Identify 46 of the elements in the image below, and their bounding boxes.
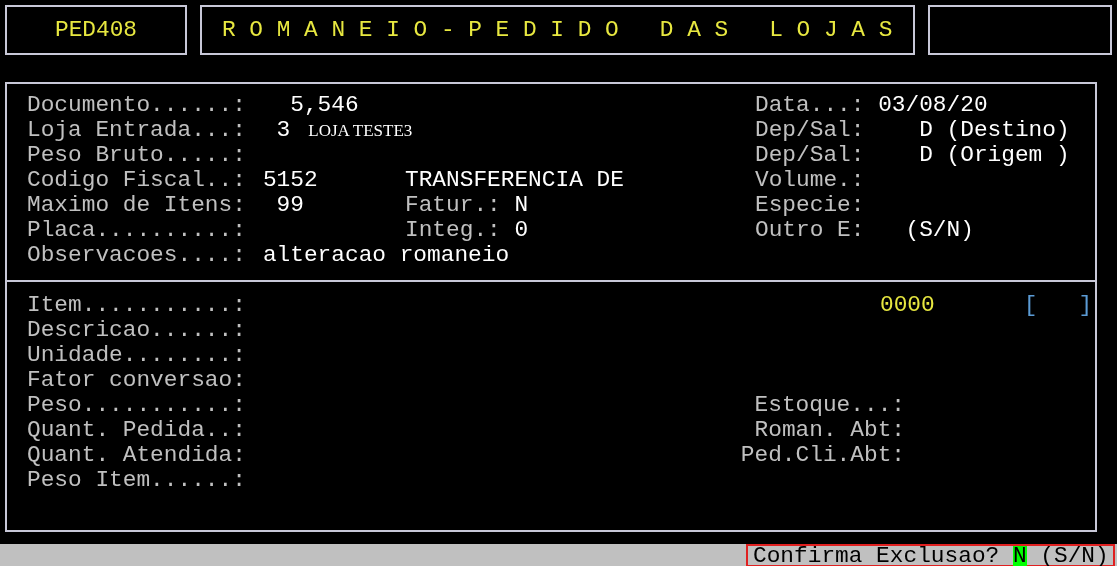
field-label: Item...........: [27, 293, 246, 318]
field-value: alteracao romaneio [262, 243, 510, 268]
field-label: Descricao......: [27, 318, 246, 343]
field-label: Codigo Fiscal..: [27, 168, 246, 193]
field-label: Placa..........: [27, 218, 246, 243]
field-value: 3 [275, 118, 291, 143]
field-value: 5,546 [289, 93, 359, 118]
field-label: Maximo de Itens: [27, 193, 246, 218]
screen-title: R O M A N E I O - P E D I D O D A S L O J A S [222, 17, 893, 43]
field-label: Peso Bruto.....: [27, 143, 246, 168]
field-label: Volume.: [755, 168, 865, 193]
field-value: 03/08/20 [878, 93, 988, 118]
item-selector: [ ] [1023, 293, 1093, 318]
field-label: Dep/Sal: [755, 143, 865, 168]
field-label: Estoque...: [754, 393, 905, 418]
field-value: N [514, 193, 529, 218]
field-value: (S/N) [904, 218, 974, 243]
field-label: Loja Entrada...: [27, 118, 246, 143]
prompt-question: Confirma Exclusao? [753, 545, 1000, 566]
field-value: TRANSFERENCIA DE [405, 168, 624, 193]
field-label: Fatur.: [405, 193, 501, 218]
item-code: 0000 [880, 293, 935, 318]
field-label: Especie: [755, 193, 865, 218]
field-label: Fator conversao: [27, 368, 246, 393]
field-value: 99 [275, 193, 304, 218]
prompt-answer-field[interactable]: N [1012, 545, 1027, 566]
field-label: Roman. Abt: [754, 418, 905, 443]
field-label: Integ.: [405, 218, 501, 243]
field-label: Quant. Atendida: [27, 443, 246, 468]
field-label: Outro E: [755, 218, 865, 243]
field-value: D (Origem ) [918, 143, 1070, 168]
field-label: Peso...........: [27, 393, 246, 418]
field-value: 0 [514, 218, 529, 243]
field-label: Documento......: [27, 93, 246, 118]
field-label: Ped.Cli.Abt: [740, 443, 905, 468]
field-label: Dep/Sal: [755, 118, 865, 143]
program-code: PED408 [54, 17, 138, 43]
field-label: Quant. Pedida..: [27, 418, 246, 443]
field-value: 5152 [262, 168, 318, 193]
field-label: Peso Item......: [27, 468, 246, 493]
store-name: LOJA TESTE3 [308, 120, 413, 142]
prompt-options: (S/N) [1040, 545, 1109, 566]
field-label: Data...: [755, 93, 865, 118]
field-label: Observacoes....: [27, 243, 246, 268]
field-value: D (Destino) [918, 118, 1070, 143]
field-label: Unidade........: [27, 343, 246, 368]
